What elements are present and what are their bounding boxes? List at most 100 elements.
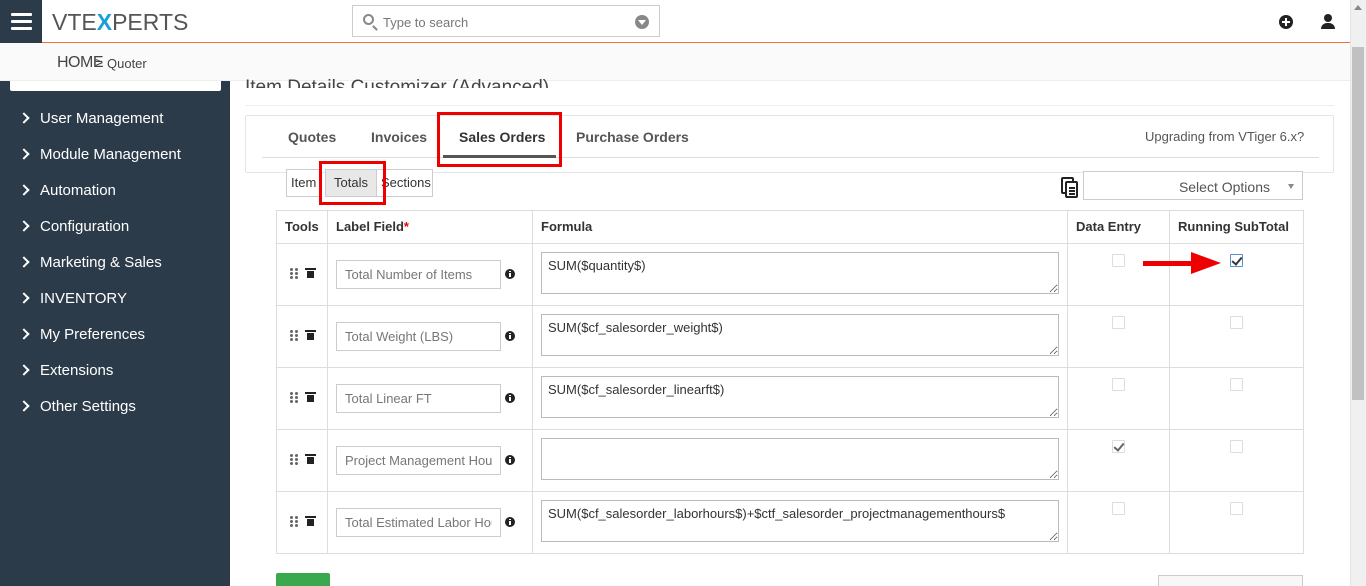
sidebar-search-input[interactable] [10, 81, 221, 91]
tab-invoices[interactable]: Invoices [371, 129, 427, 145]
running-subtotal-checkbox[interactable] [1230, 378, 1243, 391]
data-entry-cell [1067, 305, 1170, 368]
running-subtotal-checkbox[interactable] [1230, 440, 1243, 453]
data-entry-checkbox[interactable] [1112, 378, 1125, 391]
data-entry-checkbox[interactable] [1112, 316, 1125, 329]
sidebar-item-marketing-sales[interactable]: Marketing & Sales [18, 252, 162, 272]
table-row [276, 429, 1304, 492]
sidebar-item-automation[interactable]: Automation [18, 180, 116, 200]
sidebar-item-label: Configuration [40, 217, 130, 235]
drag-handle-icon[interactable] [290, 516, 298, 528]
copy-icon[interactable] [1061, 177, 1079, 199]
drag-handle-icon[interactable] [290, 268, 298, 280]
info-icon[interactable] [505, 455, 515, 465]
divider [245, 105, 1334, 106]
subtab-item[interactable]: Item [286, 169, 320, 197]
chevron-down-icon[interactable] [635, 15, 649, 29]
formula-input[interactable]: SUM($cf_salesorder_laborhours$)+$ctf_sal… [541, 500, 1059, 542]
label-field-input[interactable] [336, 322, 501, 351]
highlight-box [437, 112, 562, 167]
sidebar-item-label: INVENTORY [40, 289, 127, 307]
data-entry-checkbox[interactable] [1112, 254, 1125, 267]
label-field-input[interactable] [336, 508, 501, 537]
upgrade-link[interactable]: Upgrading from VTiger 6.x? [1145, 129, 1304, 144]
sidebar-item-label: Extensions [40, 361, 114, 379]
page-title: Item Details Customizer (Advanced) [245, 77, 550, 88]
data-entry-checkbox[interactable] [1112, 440, 1125, 453]
column-label: Running SubTotal [1178, 219, 1289, 234]
save-button[interactable] [276, 573, 330, 586]
sidebar: User Management Module Management Automa… [0, 81, 230, 586]
scrollbar-thumb[interactable] [1352, 47, 1364, 400]
search-icon [363, 14, 374, 25]
running-subtotal-checkbox[interactable] [1230, 254, 1243, 267]
sidebar-item-my-preferences[interactable]: My Preferences [18, 324, 145, 344]
tools-cell [276, 367, 328, 430]
label-field-input[interactable] [336, 384, 501, 413]
arrow-annotation-icon [1143, 252, 1221, 274]
sidebar-item-module-management[interactable]: Module Management [18, 144, 181, 164]
info-icon[interactable] [505, 269, 515, 279]
trash-icon[interactable] [305, 516, 316, 526]
plus-icon[interactable] [1279, 15, 1293, 29]
column-label: Data Entry [1076, 219, 1142, 234]
breadcrumb-separator: > [95, 54, 104, 70]
label-cell [327, 367, 533, 430]
data-entry-checkbox[interactable] [1112, 502, 1125, 515]
sidebar-item-inventory[interactable]: INVENTORY [18, 288, 127, 308]
add-new-field-button[interactable] [1158, 575, 1303, 586]
running-subtotal-cell [1169, 305, 1304, 368]
logo-text-post: PERTS [112, 9, 189, 35]
label-cell [327, 243, 533, 306]
search-input[interactable] [383, 12, 623, 32]
running-subtotal-checkbox[interactable] [1230, 502, 1243, 515]
drag-handle-icon[interactable] [290, 330, 298, 342]
drag-handle-icon[interactable] [290, 392, 298, 404]
sidebar-item-user-management[interactable]: User Management [18, 108, 163, 128]
info-icon[interactable] [505, 517, 515, 527]
caret-down-icon [1288, 184, 1294, 189]
global-search[interactable] [352, 5, 660, 37]
trash-icon[interactable] [305, 268, 316, 278]
data-entry-cell [1067, 491, 1170, 554]
trash-icon[interactable] [305, 330, 316, 340]
tools-cell [276, 305, 328, 368]
select-options-dropdown[interactable]: Select Options [1083, 171, 1303, 200]
logo[interactable]: VTEXPERTS [52, 9, 188, 36]
hamburger-menu-icon[interactable] [0, 0, 42, 43]
column-header-tools: Tools [276, 210, 328, 244]
sidebar-item-label: Marketing & Sales [40, 253, 162, 271]
trash-icon[interactable] [305, 392, 316, 402]
sidebar-item-label: Automation [40, 181, 116, 199]
label-field-input[interactable] [336, 260, 501, 289]
label-field-input[interactable] [336, 446, 501, 475]
chevron-right-icon [18, 400, 30, 412]
scroll-up-icon[interactable] [1354, 5, 1362, 10]
tab-purchase-orders[interactable]: Purchase Orders [576, 129, 689, 145]
tab-quotes[interactable]: Quotes [288, 129, 336, 145]
formula-input[interactable]: SUM($cf_salesorder_linearft$) [541, 376, 1059, 418]
sidebar-item-label: Module Management [40, 145, 181, 163]
trash-icon[interactable] [305, 454, 316, 464]
running-subtotal-checkbox[interactable] [1230, 316, 1243, 329]
sidebar-item-other-settings[interactable]: Other Settings [18, 396, 136, 416]
column-label: Formula [541, 219, 593, 234]
sidebar-item-configuration[interactable]: Configuration [18, 216, 129, 236]
chevron-right-icon [18, 148, 30, 160]
table-row: SUM($cf_salesorder_weight$) [276, 305, 1304, 368]
required-marker: * [403, 219, 409, 234]
column-header-formula: Formula [532, 210, 1068, 244]
label-cell [327, 305, 533, 368]
formula-input[interactable]: SUM($cf_salesorder_weight$) [541, 314, 1059, 356]
info-icon[interactable] [505, 393, 515, 403]
sidebar-item-extensions[interactable]: Extensions [18, 360, 113, 380]
drag-handle-icon[interactable] [290, 454, 298, 466]
user-icon[interactable] [1321, 14, 1335, 30]
table-row: SUM($cf_salesorder_linearft$) [276, 367, 1304, 430]
info-icon[interactable] [505, 331, 515, 341]
formula-input[interactable]: SUM($quantity$) [541, 252, 1059, 294]
tools-cell [276, 429, 328, 492]
formula-input[interactable] [541, 438, 1059, 480]
logo-text-x: X [96, 9, 113, 35]
formula-cell: SUM($cf_salesorder_linearft$) [532, 367, 1068, 430]
